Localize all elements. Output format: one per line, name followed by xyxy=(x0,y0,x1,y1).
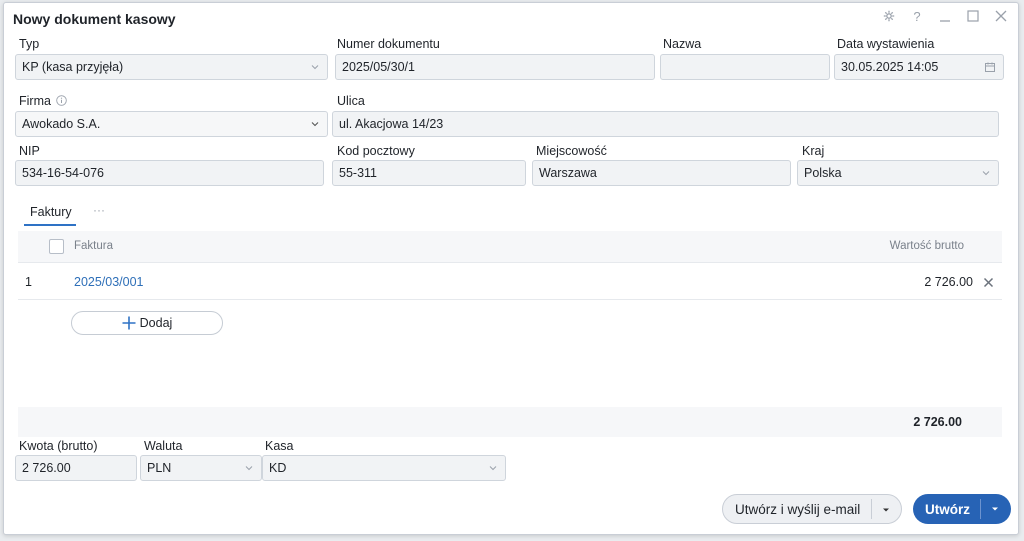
create-and-send-label: Utwórz i wyślij e-mail xyxy=(735,501,861,517)
kwota-input[interactable]: 2 726.00 xyxy=(15,455,137,481)
ulica-value: ul. Akacjowa 14/23 xyxy=(339,117,444,131)
firma-select[interactable]: Awokado S.A. xyxy=(15,111,328,137)
waluta-label: Waluta xyxy=(144,439,183,453)
waluta-value: PLN xyxy=(147,461,172,475)
ulica-label: Ulica xyxy=(337,94,365,108)
caret-down-icon[interactable] xyxy=(882,507,890,513)
caret-down-icon[interactable] xyxy=(991,506,999,512)
ulica-input[interactable]: ul. Akacjowa 14/23 xyxy=(332,111,999,137)
waluta-select[interactable]: PLN xyxy=(140,455,262,481)
typ-value: KP (kasa przyjęła) xyxy=(22,60,124,74)
minimize-icon[interactable] xyxy=(938,9,952,23)
table-row[interactable]: 1 2025/03/001 2 726.00 xyxy=(18,264,1002,300)
faktura-link[interactable]: 2025/03/001 xyxy=(74,275,144,289)
kraj-select[interactable]: Polska xyxy=(797,160,999,186)
document-window: Nowy dokument kasowy ? Typ KP (kasa przy… xyxy=(3,2,1019,535)
firma-value: Awokado S.A. xyxy=(22,117,101,131)
miejscowosc-input[interactable]: Warszawa xyxy=(532,160,791,186)
numer-input[interactable]: 2025/05/30/1 xyxy=(335,54,655,80)
numer-label: Numer dokumentu xyxy=(337,37,440,51)
firma-label: Firma xyxy=(19,94,68,108)
kasa-select[interactable]: KD xyxy=(262,455,506,481)
add-invoice-button[interactable]: Dodaj xyxy=(71,311,223,335)
create-label: Utwórz xyxy=(925,501,970,517)
table-total-bar: 2 726.00 xyxy=(18,407,1002,437)
typ-select[interactable]: KP (kasa przyjęła) xyxy=(15,54,328,80)
kasa-label: Kasa xyxy=(265,439,294,453)
window-controls: ? xyxy=(882,9,1008,24)
nip-label: NIP xyxy=(19,144,40,158)
typ-label: Typ xyxy=(19,37,40,51)
chevron-down-icon xyxy=(311,65,319,70)
nip-input[interactable]: 534-16-54-076 xyxy=(15,160,324,186)
calendar-icon[interactable] xyxy=(984,61,996,73)
button-divider xyxy=(871,499,872,519)
kraj-value: Polska xyxy=(804,166,842,180)
settings-icon[interactable] xyxy=(882,9,896,23)
column-faktura[interactable]: Faktura xyxy=(74,240,113,252)
chevron-down-icon xyxy=(489,466,497,471)
info-icon[interactable] xyxy=(56,95,68,106)
chevron-down-icon xyxy=(311,122,319,127)
window-title: Nowy dokument kasowy xyxy=(13,11,176,27)
nazwa-input[interactable] xyxy=(660,54,830,80)
chevron-down-icon xyxy=(245,466,253,471)
tab-underline xyxy=(24,224,76,226)
button-divider xyxy=(980,499,981,519)
tab-more[interactable]: ··· xyxy=(93,203,105,217)
table-total: 2 726.00 xyxy=(913,415,962,429)
data-label: Data wystawienia xyxy=(837,37,935,51)
table-header: Faktura Wartość brutto xyxy=(18,231,1002,263)
row-wartosc: 2 726.00 xyxy=(924,275,973,289)
miejscowosc-value: Warszawa xyxy=(539,166,597,180)
plus-icon xyxy=(122,316,136,330)
kraj-label: Kraj xyxy=(802,144,825,158)
nazwa-label: Nazwa xyxy=(663,37,702,51)
kod-input[interactable]: 55-311 xyxy=(332,160,526,186)
close-icon[interactable] xyxy=(994,9,1008,23)
row-index: 1 xyxy=(25,275,32,289)
create-button[interactable]: Utwórz xyxy=(913,494,1011,524)
firma-label-text: Firma xyxy=(19,94,51,108)
miejscowosc-label: Miejscowość xyxy=(536,144,607,158)
data-input[interactable]: 30.05.2025 14:05 xyxy=(834,54,1004,80)
add-invoice-label: Dodaj xyxy=(139,316,173,330)
kod-label: Kod pocztowy xyxy=(337,144,415,158)
column-wartosc[interactable]: Wartość brutto xyxy=(890,240,964,252)
numer-value: 2025/05/30/1 xyxy=(342,60,415,74)
tab-faktury[interactable]: Faktury xyxy=(30,205,72,219)
kwota-label: Kwota (brutto) xyxy=(19,439,98,453)
kod-value: 55-311 xyxy=(339,166,377,180)
data-value: 30.05.2025 14:05 xyxy=(841,60,939,74)
kwota-value: 2 726.00 xyxy=(22,461,71,475)
nip-value: 534-16-54-076 xyxy=(22,166,105,180)
maximize-icon[interactable] xyxy=(966,9,980,23)
select-all-checkbox[interactable] xyxy=(49,239,64,254)
chevron-down-icon xyxy=(982,171,990,176)
help-icon[interactable]: ? xyxy=(910,9,924,24)
remove-row-icon[interactable] xyxy=(983,277,994,288)
kasa-value: KD xyxy=(269,461,287,475)
create-and-send-button[interactable]: Utwórz i wyślij e-mail xyxy=(722,494,902,524)
